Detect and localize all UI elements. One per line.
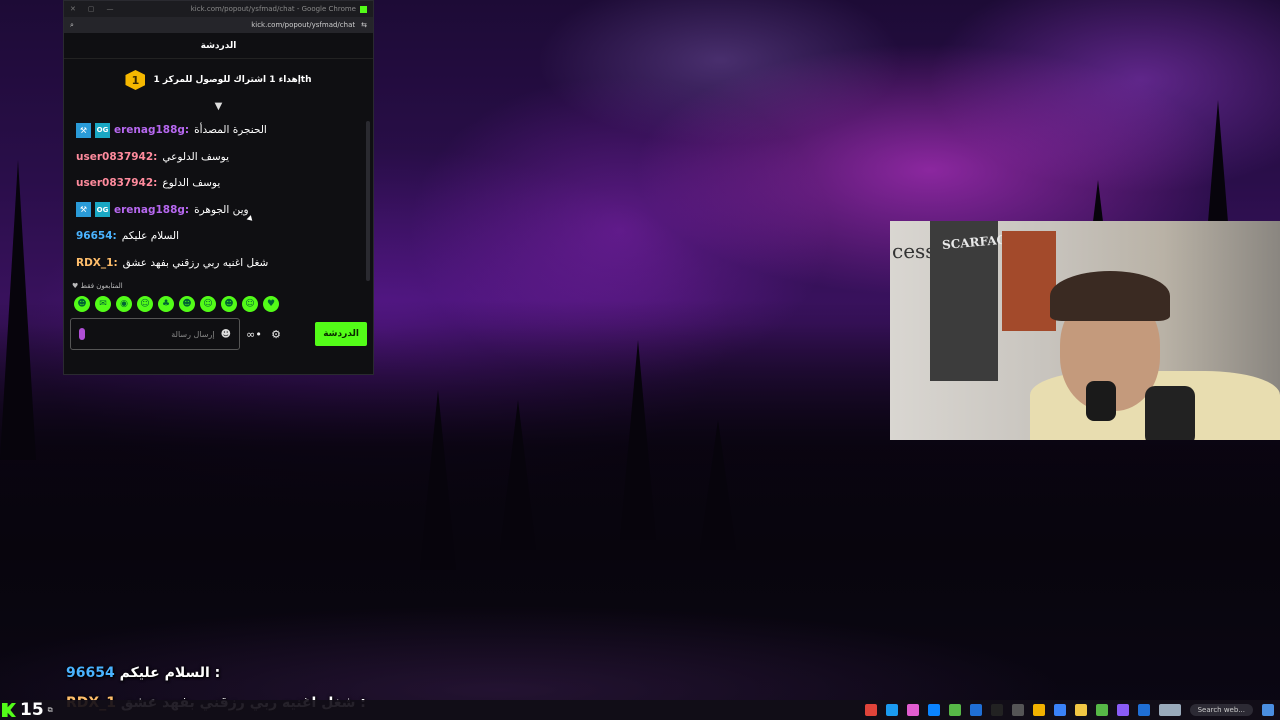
- windows-start-icon[interactable]: [1262, 704, 1274, 716]
- moderator-badge-icon: ⚒: [76, 202, 91, 218]
- browser-titlebar[interactable]: ✕ ▢ — kick.com/popout/ysfmad/chat - Goog…: [64, 1, 373, 17]
- chat-message: 96654: السلام عليكم: [76, 223, 363, 250]
- moderator-badge-icon: ⚒: [76, 122, 91, 138]
- sub-goal-text: إهداء 1 اشتراك للوصول للمركز 1th: [153, 75, 312, 85]
- emote-icon[interactable]: ☻: [74, 296, 90, 312]
- heart-icon: ♥: [72, 282, 79, 290]
- followers-only-text: المتابعون فقط: [80, 282, 123, 290]
- emote-icon[interactable]: ◉: [116, 296, 132, 312]
- chrome-icon[interactable]: [1032, 704, 1045, 716]
- chat-username[interactable]: RDX_1:: [76, 257, 118, 269]
- chat-message-text: شغل اغنيه ربي رزقني بفهد عشق: [122, 256, 269, 269]
- microphone: [1145, 386, 1195, 440]
- tree: [0, 160, 36, 460]
- chat-message-text: يوسف الدلوع: [162, 177, 221, 190]
- chat-header: الدردشة: [64, 33, 373, 59]
- collapse-arrow-icon[interactable]: ▼: [64, 101, 373, 113]
- tiktok-icon[interactable]: [990, 704, 1003, 716]
- chat-scrollbar[interactable]: [366, 121, 370, 281]
- chat-input-row: إرسال رسالة ☻ ∞• ⚙ الدردشة: [64, 312, 373, 350]
- emote-icon[interactable]: ☺: [242, 296, 258, 312]
- chat-message-text: يوسف الدلوعي: [162, 150, 229, 163]
- emote-icon[interactable]: ☻: [221, 296, 237, 312]
- emote-icon[interactable]: ☻: [179, 296, 195, 312]
- emoji-icon[interactable]: ☻: [221, 329, 231, 340]
- chat-message: RDX_1: شغل اغنيه ربي رزقني بفهد عشق: [76, 250, 363, 277]
- og-badge-icon: OG: [95, 202, 110, 218]
- phone: [1086, 381, 1116, 421]
- gear-icon[interactable]: ⚙: [268, 328, 284, 341]
- chat-message-input[interactable]: إرسال رسالة ☻: [70, 318, 240, 350]
- kick-logo-icon: [360, 5, 367, 13]
- chat-message-text: السلام عليكم: [121, 230, 180, 243]
- chat-message-text: الحنجرة المصدأة: [194, 124, 267, 137]
- app-icon[interactable]: [1116, 704, 1129, 716]
- taskbar-icons: Search web...: [864, 704, 1280, 716]
- maximize-icon[interactable]: ▢: [88, 5, 95, 13]
- app-icon[interactable]: [906, 704, 919, 716]
- emote-icon[interactable]: ✉: [95, 296, 111, 312]
- taskbar-search[interactable]: Search web...: [1189, 704, 1253, 716]
- steam-icon[interactable]: [885, 704, 898, 716]
- microphone-icon[interactable]: [79, 328, 85, 340]
- settings-sliders-icon[interactable]: ⇆: [361, 21, 367, 29]
- emote-icon[interactable]: ♥: [263, 296, 279, 312]
- goal-hexagon-badge: 1: [125, 70, 146, 90]
- app-icon[interactable]: [969, 704, 982, 716]
- folder-icon[interactable]: [1074, 704, 1087, 716]
- minimize-icon[interactable]: —: [107, 5, 114, 13]
- chat-username[interactable]: user0837942:: [76, 151, 157, 163]
- emote-icon[interactable]: ♣: [158, 296, 174, 312]
- taskbar-left: 15 ⧉: [0, 700, 53, 720]
- chat-popout-window[interactable]: ✕ ▢ — kick.com/popout/ysfmad/chat - Goog…: [63, 0, 374, 375]
- streamer-cap: [1050, 271, 1170, 321]
- app-icon[interactable]: [1095, 704, 1108, 716]
- og-badge-icon: OG: [95, 122, 110, 138]
- subscription-goal[interactable]: 1 إهداء 1 اشتراك للوصول للمركز 1th: [64, 59, 373, 101]
- emote-quickbar[interactable]: ☻ ✉ ◉ ☺ ♣ ☻ ☺ ☻ ☺ ♥: [64, 290, 373, 312]
- input-placeholder: إرسال رسالة: [171, 329, 215, 339]
- chat-message: user0837942: يوسف الدلوع: [76, 170, 363, 197]
- window-title: kick.com/popout/ysfmad/chat - Google Chr…: [190, 5, 356, 13]
- app-icon[interactable]: [927, 704, 940, 716]
- emote-icon[interactable]: ☺: [137, 296, 153, 312]
- chat-message-text: وين الجوهرة: [194, 203, 249, 216]
- chat-message: ⚒ OG erenag188g: الحنجرة المصدأة: [76, 117, 363, 144]
- overlay-username: 96654: [66, 665, 115, 681]
- chat-username[interactable]: erenag188g:: [114, 124, 189, 136]
- overlay-message-text: السلام عليكم :: [119, 665, 221, 681]
- webcam-overlay: cess SCARFACE: [890, 221, 1280, 440]
- xbox-icon[interactable]: [948, 704, 961, 716]
- chat-message: user0837942: يوسف الدلوعي: [76, 144, 363, 171]
- window-controls[interactable]: ✕ ▢ —: [70, 5, 114, 13]
- app-icon[interactable]: [864, 704, 877, 716]
- send-chat-button[interactable]: الدردشة: [315, 322, 367, 346]
- app-icon[interactable]: [1137, 704, 1150, 716]
- points-icon[interactable]: ∞•: [246, 328, 262, 341]
- calendar-icon[interactable]: [1053, 704, 1066, 716]
- emote-icon[interactable]: ☺: [200, 296, 216, 312]
- overlay-chat-message: 96654 السلام عليكم :: [66, 665, 220, 681]
- chat-username[interactable]: 96654:: [76, 230, 117, 242]
- tree: [620, 340, 656, 540]
- chat-message: ⚒ OG erenag188g: وين الجوهرة: [76, 197, 363, 224]
- kick-logo-icon: [2, 703, 16, 717]
- chat-messages-list: ⚒ OG erenag188g: الحنجرة المصدأة user0837942…: [64, 113, 373, 276]
- chat-username[interactable]: erenag188g:: [114, 204, 189, 216]
- link-icon: ⧉: [47, 705, 53, 714]
- close-icon[interactable]: ✕: [70, 5, 76, 13]
- viewer-counter: 15: [20, 700, 44, 720]
- weather-icon[interactable]: [1158, 704, 1181, 716]
- chat-username[interactable]: user0837942:: [76, 177, 157, 189]
- followers-only-label: ♥ المتابعون فقط: [64, 276, 373, 290]
- url-text[interactable]: kick.com/popout/ysfmad/chat: [74, 21, 361, 29]
- taskbar: 15 ⧉ Search web...: [0, 700, 1280, 720]
- address-bar[interactable]: ⌕ kick.com/popout/ysfmad/chat ⇆: [64, 17, 373, 33]
- app-icon[interactable]: [1011, 704, 1024, 716]
- movie-poster: [1002, 231, 1056, 331]
